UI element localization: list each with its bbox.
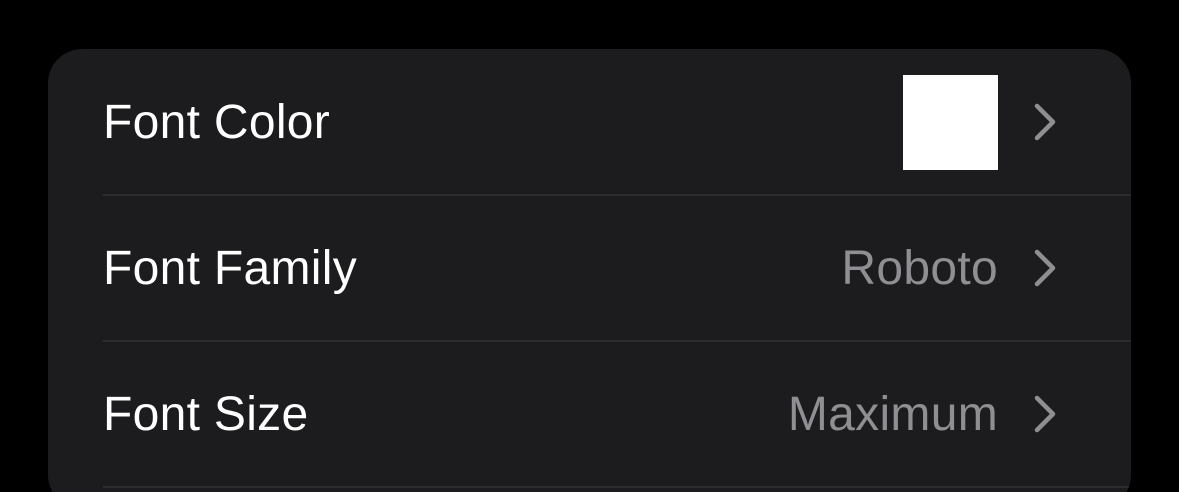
- chevron-right-icon: [1034, 249, 1056, 287]
- row-font-size[interactable]: Font Size Maximum: [48, 341, 1131, 487]
- chevron-right-icon: [1034, 395, 1056, 433]
- row-label: Font Family: [103, 241, 358, 295]
- font-color-swatch: [903, 74, 998, 170]
- divider: [103, 486, 1131, 488]
- row-value: Maximum: [787, 387, 998, 441]
- row-font-family[interactable]: Font Family Roboto: [48, 195, 1131, 341]
- row-label: Font Color: [103, 95, 331, 149]
- row-value: Roboto: [841, 241, 998, 295]
- settings-panel: Font Color Font Family Roboto Font Size …: [48, 49, 1131, 492]
- row-font-color[interactable]: Font Color: [48, 49, 1131, 195]
- chevron-right-icon: [1034, 103, 1056, 141]
- row-label: Font Size: [103, 387, 309, 441]
